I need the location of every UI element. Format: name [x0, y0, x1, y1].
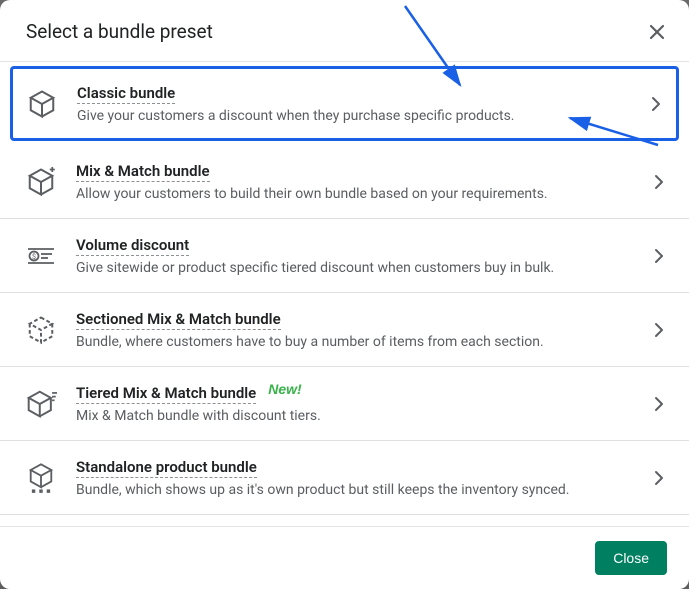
chevron-right-icon [651, 248, 667, 264]
preset-tiered-mix-match[interactable]: Tiered Mix & Match bundle New! Mix & Mat… [0, 367, 689, 441]
new-badge: New! [268, 381, 301, 397]
preset-text: Standalone product bundle Bundle, which … [76, 457, 633, 498]
preset-desc: Allow your customers to build their own … [76, 186, 633, 202]
preset-standalone-product[interactable]: Standalone product bundle Bundle, which … [0, 441, 689, 515]
preset-text: Classic bundle Give your customers a dis… [77, 83, 630, 124]
preset-volume-discount[interactable]: $ Volume discount Give sitewide or produ… [0, 219, 689, 293]
preset-desc: Give your customers a discount when they… [77, 108, 630, 124]
chevron-right-icon [651, 174, 667, 190]
preset-text: Volume discount Give sitewide or product… [76, 235, 633, 276]
standalone-cube-icon [24, 462, 58, 494]
preset-mix-match-bundle[interactable]: Mix & Match bundle Allow your customers … [0, 145, 689, 219]
chevron-right-icon [651, 396, 667, 412]
preset-desc: Bundle, which shows up as it's own produ… [76, 482, 633, 498]
preset-title: Sectioned Mix & Match bundle [76, 310, 281, 330]
svg-text:$: $ [32, 253, 36, 261]
preset-text: Tiered Mix & Match bundle New! Mix & Mat… [76, 383, 633, 424]
modal-header: Select a bundle preset [0, 0, 689, 62]
modal-title: Select a bundle preset [26, 20, 213, 43]
close-icon[interactable] [647, 22, 667, 42]
preset-title: Volume discount [76, 236, 189, 256]
modal-footer: Close [0, 526, 689, 589]
sectioned-cube-icon [24, 315, 58, 345]
tiered-discount-icon: $ [24, 246, 58, 266]
modal: Select a bundle preset Classic bundle Gi… [0, 0, 689, 589]
preset-title: Mix & Match bundle [76, 162, 210, 182]
tiered-cube-icon [24, 389, 58, 419]
preset-title: Standalone product bundle [76, 458, 257, 478]
preset-list: Classic bundle Give your customers a dis… [0, 62, 689, 526]
preset-title: Tiered Mix & Match bundle [76, 384, 256, 404]
chevron-right-icon [651, 470, 667, 486]
cube-plus-icon [24, 167, 58, 197]
close-button[interactable]: Close [595, 541, 667, 575]
preset-desc: Bundle, where customers have to buy a nu… [76, 334, 633, 350]
preset-text: Sectioned Mix & Match bundle Bundle, whe… [76, 309, 633, 350]
chevron-right-icon [651, 322, 667, 338]
cube-icon [25, 89, 59, 119]
preset-desc: Mix & Match bundle with discount tiers. [76, 408, 633, 424]
preset-classic-bundle[interactable]: Classic bundle Give your customers a dis… [10, 66, 679, 141]
preset-sectioned-mix-match[interactable]: Sectioned Mix & Match bundle Bundle, whe… [0, 293, 689, 367]
preset-desc: Give sitewide or product specific tiered… [76, 260, 633, 276]
preset-title: Classic bundle [77, 84, 175, 104]
preset-text: Mix & Match bundle Allow your customers … [76, 161, 633, 202]
chevron-right-icon [648, 96, 664, 112]
